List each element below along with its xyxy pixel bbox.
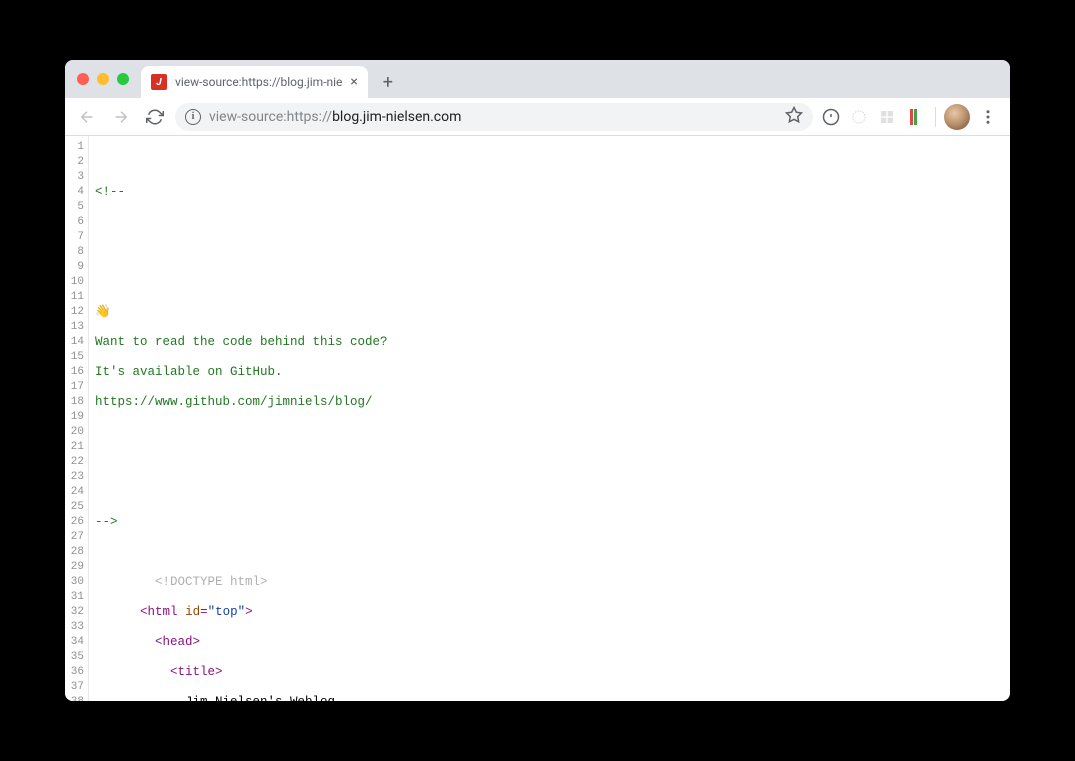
maximize-window-button[interactable] — [117, 73, 129, 85]
source-code[interactable]: <!-- 👋 Want to read the code behind this… — [89, 136, 1010, 701]
line-number: 19 — [65, 410, 84, 425]
line-number: 27 — [65, 530, 84, 545]
code-text: --> — [95, 515, 118, 529]
line-number: 6 — [65, 215, 84, 230]
toolbar: i view-source:https://blog.jim-nielsen.c… — [65, 98, 1010, 136]
line-number: 8 — [65, 245, 84, 260]
profile-avatar[interactable] — [944, 104, 970, 130]
line-number: 21 — [65, 440, 84, 455]
line-number: 17 — [65, 380, 84, 395]
url-domain: blog.jim-nielsen.com — [332, 109, 461, 125]
line-number: 26 — [65, 515, 84, 530]
new-tab-button[interactable]: + — [374, 68, 402, 96]
code-text: Want to read the code behind this code? — [95, 335, 388, 349]
line-number: 5 — [65, 200, 84, 215]
url-prefix: view-source:https:// — [209, 109, 332, 125]
line-number: 7 — [65, 230, 84, 245]
tab-title: view-source:https://blog.jim-nie — [175, 75, 342, 89]
code-text: <!-- — [95, 185, 125, 199]
menu-button[interactable] — [974, 103, 1002, 131]
close-window-button[interactable] — [77, 73, 89, 85]
line-number: 4 — [65, 185, 84, 200]
line-number: 24 — [65, 485, 84, 500]
line-number: 10 — [65, 275, 84, 290]
line-number: 37 — [65, 680, 84, 695]
line-number: 18 — [65, 395, 84, 410]
line-number: 3 — [65, 170, 84, 185]
line-number: 31 — [65, 590, 84, 605]
page-content: 1234567891011121314151617181920212223242… — [65, 136, 1010, 701]
code-text: <!DOCTYPE html> — [155, 575, 268, 589]
window-controls — [77, 73, 129, 85]
line-number: 11 — [65, 290, 84, 305]
line-number: 36 — [65, 665, 84, 680]
line-number: 15 — [65, 350, 84, 365]
line-number: 20 — [65, 425, 84, 440]
line-number: 13 — [65, 320, 84, 335]
line-number: 16 — [65, 365, 84, 380]
close-tab-button[interactable]: × — [350, 75, 357, 89]
line-number: 34 — [65, 635, 84, 650]
reload-button[interactable] — [141, 103, 169, 131]
extension-icon-1[interactable] — [819, 105, 843, 129]
line-number: 14 — [65, 335, 84, 350]
browser-window: J view-source:https://blog.jim-nie × + i… — [65, 60, 1010, 701]
line-number: 1 — [65, 140, 84, 155]
site-info-icon[interactable]: i — [185, 109, 201, 125]
code-text: It's available on GitHub. — [95, 365, 283, 379]
tabs-container: J view-source:https://blog.jim-nie × + — [141, 60, 402, 98]
line-number-gutter: 1234567891011121314151617181920212223242… — [65, 136, 89, 701]
extension-icon-4[interactable] — [903, 105, 927, 129]
browser-tab[interactable]: J view-source:https://blog.jim-nie × — [141, 66, 368, 98]
line-number: 30 — [65, 575, 84, 590]
code-text: 👋 — [95, 305, 111, 319]
line-number: 9 — [65, 260, 84, 275]
code-text: https://www.github.com/jimniels/blog/ — [95, 395, 373, 409]
tab-strip: J view-source:https://blog.jim-nie × + — [65, 60, 1010, 98]
favicon-icon: J — [151, 74, 167, 90]
toolbar-separator — [935, 107, 936, 127]
line-number: 28 — [65, 545, 84, 560]
bookmark-star-icon[interactable] — [785, 106, 803, 128]
line-number: 29 — [65, 560, 84, 575]
line-number: 33 — [65, 620, 84, 635]
line-number: 23 — [65, 470, 84, 485]
line-number: 22 — [65, 455, 84, 470]
line-number: 32 — [65, 605, 84, 620]
line-number: 12 — [65, 305, 84, 320]
line-number: 38 — [65, 695, 84, 701]
forward-button[interactable] — [107, 103, 135, 131]
line-number: 2 — [65, 155, 84, 170]
line-number: 25 — [65, 500, 84, 515]
line-number: 35 — [65, 650, 84, 665]
minimize-window-button[interactable] — [97, 73, 109, 85]
url-text: view-source:https://blog.jim-nielsen.com — [209, 109, 777, 125]
address-bar[interactable]: i view-source:https://blog.jim-nielsen.c… — [175, 103, 813, 131]
code-text: Jim Nielsen's Weblog — [185, 695, 335, 701]
back-button[interactable] — [73, 103, 101, 131]
toolbar-right — [819, 103, 1002, 131]
extension-icon-3[interactable] — [875, 105, 899, 129]
extension-icon-2[interactable] — [847, 105, 871, 129]
